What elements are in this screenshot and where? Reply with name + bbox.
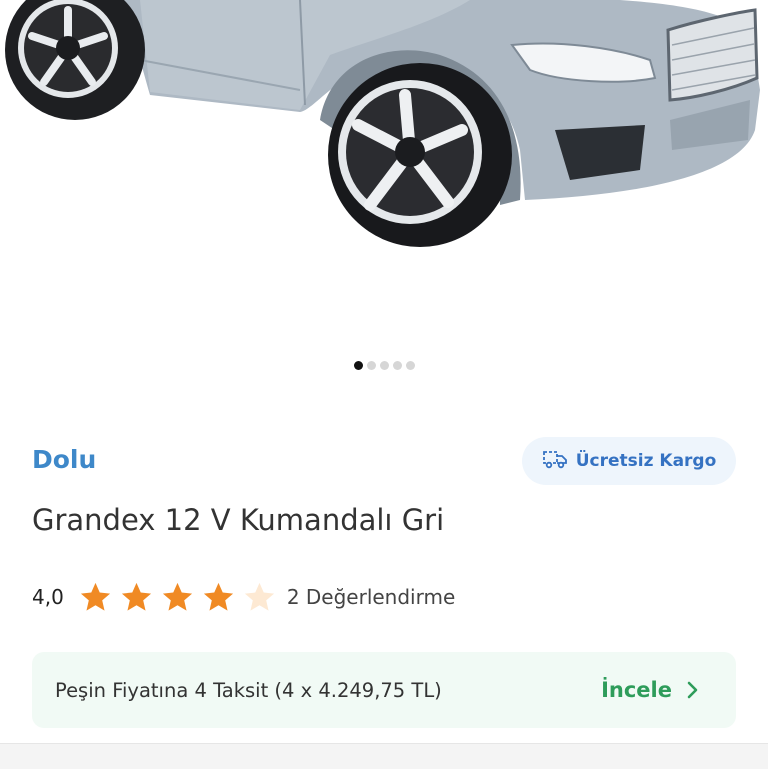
product-image-gallery[interactable] xyxy=(0,0,768,350)
carousel-dot[interactable] xyxy=(405,361,415,370)
installment-text: Peşin Fiyatına 4 Taksit (4 x 4.249,75 TL… xyxy=(55,678,442,702)
carousel-dot-active[interactable] xyxy=(353,361,363,370)
star-filled-icon xyxy=(203,582,233,611)
rating-stars xyxy=(78,580,277,615)
product-image xyxy=(5,0,760,247)
inspect-button[interactable]: İncele xyxy=(601,678,700,702)
star-filled-icon xyxy=(121,582,151,611)
product-title: Grandex 12 V Kumandalı Gri xyxy=(32,503,445,537)
carousel-dot[interactable] xyxy=(379,361,389,370)
review-count[interactable]: 2 Değerlendirme xyxy=(287,585,455,609)
star-empty-icon xyxy=(244,582,274,611)
star-filled-icon xyxy=(162,582,192,611)
section-divider xyxy=(0,743,768,769)
carousel-dot[interactable] xyxy=(392,361,402,370)
truck-icon xyxy=(542,449,568,473)
carousel-dot[interactable] xyxy=(366,361,376,370)
rating-summary[interactable]: 4,0 2 Değerlendirme xyxy=(32,578,455,616)
installment-banner[interactable]: Peşin Fiyatına 4 Taksit (4 x 4.249,75 TL… xyxy=(32,652,736,728)
brand-link[interactable]: Dolu xyxy=(32,445,96,474)
free-shipping-badge: Ücretsiz Kargo xyxy=(522,437,736,485)
free-shipping-label: Ücretsiz Kargo xyxy=(575,451,717,471)
carousel-indicator[interactable] xyxy=(0,361,768,370)
inspect-label[interactable]: İncele xyxy=(601,678,672,702)
rating-value: 4,0 xyxy=(32,585,64,609)
star-filled-icon xyxy=(80,582,110,611)
chevron-right-icon[interactable] xyxy=(686,680,700,700)
